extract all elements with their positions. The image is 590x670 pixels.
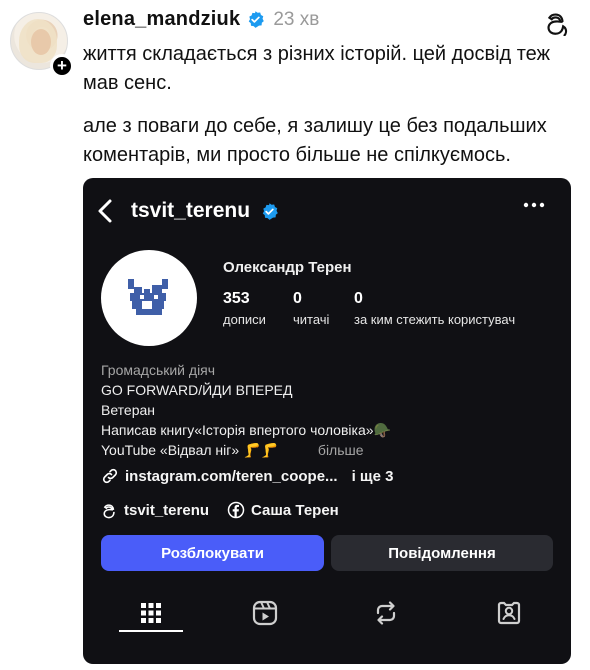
- follow-plus-icon[interactable]: +: [50, 54, 74, 78]
- followers-count[interactable]: 0: [293, 290, 302, 308]
- pixel-logo-icon: [128, 279, 168, 315]
- profile-full-name: Олександр Терен: [223, 259, 352, 276]
- post-paragraph-1: життя складається з різних історій. цей …: [83, 43, 550, 94]
- message-button[interactable]: Повідомлення: [331, 535, 553, 571]
- bio-line-4-wrap: YouTube «Відвал ніг» 🦵🦵 більше: [101, 440, 364, 460]
- bio-line-2: Ветеран: [101, 402, 156, 418]
- bio-link-extra[interactable]: і ще 3: [352, 468, 394, 485]
- tab-tagged[interactable]: [479, 588, 539, 638]
- bio-line-4: YouTube «Відвал ніг» 🦵🦵: [101, 442, 278, 458]
- profile-picture[interactable]: [101, 250, 197, 346]
- active-tab-indicator: [119, 630, 183, 632]
- social-chips: tsvit_terenu Саша Терен: [101, 501, 339, 519]
- tagged-icon: [497, 601, 521, 625]
- threads-handle[interactable]: tsvit_terenu: [124, 502, 209, 519]
- following-count[interactable]: 0: [354, 290, 363, 308]
- reels-icon: [252, 600, 278, 626]
- facebook-name[interactable]: Саша Терен: [251, 502, 339, 519]
- back-arrow-icon[interactable]: [95, 198, 117, 224]
- post-paragraph-2: але з поваги до себе, я залишу це без по…: [83, 115, 547, 166]
- post-timestamp: 23 хв: [273, 8, 320, 30]
- bio-line-1: GO FORWARD/ЙДИ ВПЕРЕД: [101, 382, 293, 398]
- post-header: elena_mandziuk 23 хв: [83, 8, 319, 31]
- author-avatar[interactable]: +: [10, 12, 74, 78]
- author-username[interactable]: elena_mandziuk: [83, 8, 240, 31]
- profile-tabs: [83, 588, 571, 648]
- posts-count[interactable]: 353: [223, 290, 250, 308]
- link-icon: [102, 468, 118, 484]
- repost-icon: [376, 601, 396, 625]
- more-options-icon[interactable]: [523, 200, 545, 210]
- unblock-button[interactable]: Розблокувати: [101, 535, 324, 571]
- facebook-icon: [227, 501, 245, 519]
- bio-link-text[interactable]: instagram.com/teren_coope...: [125, 468, 338, 485]
- bio-category: Громадський діяч: [101, 362, 216, 378]
- followers-label[interactable]: читачі: [293, 312, 329, 327]
- posts-label[interactable]: дописи: [223, 312, 266, 327]
- following-label[interactable]: за ким стежить користувач: [354, 312, 515, 327]
- threads-logo-icon[interactable]: [544, 10, 570, 36]
- profile-verified-icon: [262, 202, 278, 220]
- instagram-profile-card: tsvit_terenu Олександр Терен 353 дописи …: [83, 178, 571, 664]
- profile-username: tsvit_terenu: [131, 199, 251, 222]
- bio-line-3: Написав книгу«Історія впертого чоловіка»…: [101, 422, 391, 438]
- threads-icon: [103, 503, 115, 518]
- tab-reposts[interactable]: [356, 588, 416, 638]
- grid-icon: [141, 603, 161, 623]
- bio-link-row[interactable]: instagram.com/teren_coope... і ще 3: [101, 467, 393, 485]
- bio-more-link[interactable]: більше: [318, 442, 364, 458]
- tab-reels[interactable]: [235, 588, 295, 638]
- verified-badge-icon: [249, 11, 265, 28]
- profile-topbar: tsvit_terenu: [95, 198, 279, 224]
